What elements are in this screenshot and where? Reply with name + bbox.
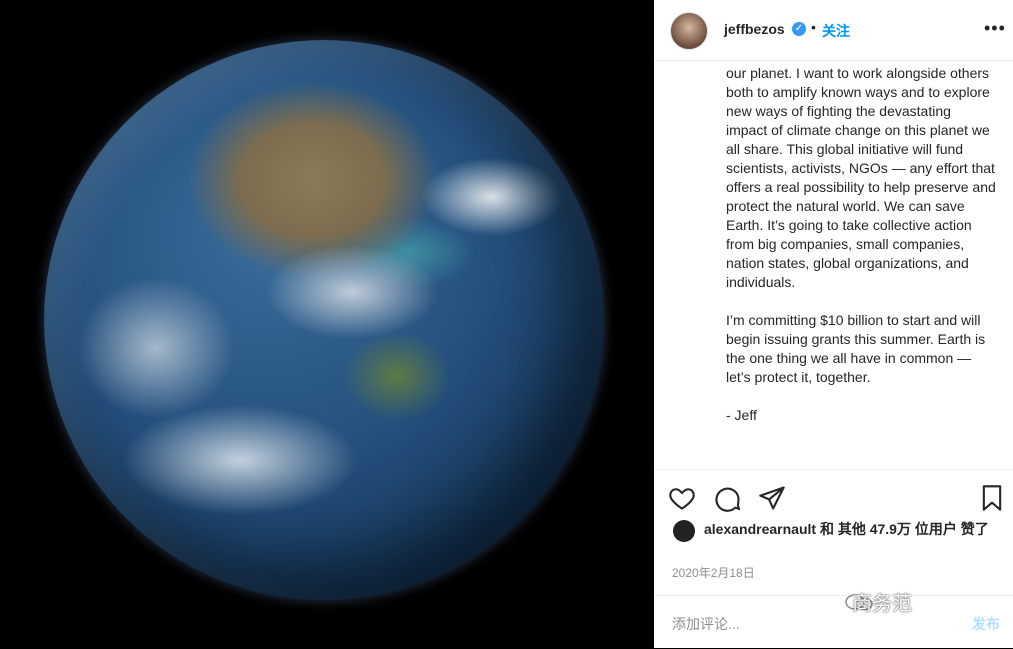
action-bar [654, 469, 1013, 520]
likes-text[interactable]: alexandrearnault 和 其他 47.9万 位用户 赞了 [704, 520, 994, 539]
verified-badge-icon: ✓ [792, 22, 806, 36]
post-date[interactable]: 2020年2月18日 [672, 564, 755, 581]
post-comment-button[interactable]: 发布 [972, 614, 1000, 634]
post-header: jeffbezos ✓ • 关注 ••• [654, 0, 1013, 61]
comment-box: 添加评论... 发布 [654, 595, 1013, 649]
follow-button[interactable]: 关注 [822, 21, 850, 41]
heart-icon[interactable] [668, 484, 696, 512]
avatar[interactable] [670, 12, 708, 50]
post-caption: our planet. I want to work alongside oth… [726, 65, 996, 423]
comment-input[interactable]: 添加评论... [672, 614, 740, 634]
share-icon[interactable] [758, 484, 786, 512]
comment-icon[interactable] [714, 484, 742, 512]
earth-image [44, 40, 604, 600]
post-side-panel: jeffbezos ✓ • 关注 ••• our planet. I want … [654, 0, 1013, 648]
watermark-text: 商务范 [852, 593, 912, 615]
bookmark-icon[interactable] [978, 484, 1006, 512]
separator-dot: • [811, 19, 816, 35]
username-link[interactable]: jeffbezos [724, 21, 785, 37]
more-options-button[interactable]: ••• [984, 18, 1006, 39]
liker-avatar[interactable] [673, 520, 695, 542]
post-image[interactable] [0, 0, 654, 648]
